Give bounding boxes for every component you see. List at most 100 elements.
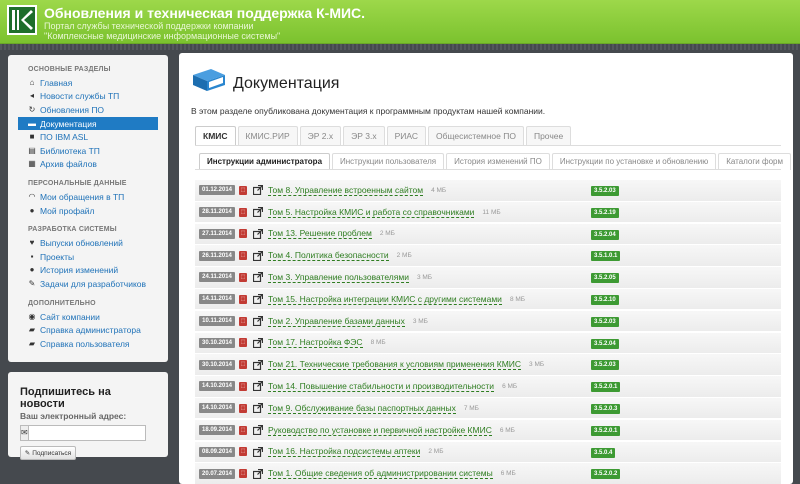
- sidebar-item-updates[interactable]: ↻ Обновления ПО: [8, 103, 168, 117]
- external-link-icon[interactable]: [253, 446, 263, 457]
- date-badge: 18.09.2014: [199, 425, 235, 436]
- external-link-icon[interactable]: [253, 337, 263, 348]
- external-link-icon[interactable]: [253, 250, 263, 261]
- pencil-icon: ✎: [24, 450, 31, 457]
- sidebar-item-user-help[interactable]: ▰ Справка пользователя: [8, 337, 168, 351]
- date-badge: 30.10.2014: [199, 337, 235, 348]
- table-row: 30.10.2014 ⬚ Том 17. Настройка ФЭС 8 МБ 3.5.…: [195, 331, 781, 354]
- document-link[interactable]: Том 21. Технические требования к условия…: [268, 359, 522, 371]
- version-badge: 3.5.2.0.2: [591, 469, 621, 480]
- email-field[interactable]: [27, 425, 146, 441]
- sidebar-item-ibm-asl[interactable]: ■ ПО IBM ASL: [8, 130, 168, 144]
- tab-user-instructions[interactable]: Инструкции пользователя: [332, 153, 445, 170]
- tab-er3[interactable]: ЭР 3.х: [343, 126, 385, 146]
- tab-kmis[interactable]: КМИС: [195, 126, 236, 146]
- pdf-icon[interactable]: ⬚: [239, 338, 247, 348]
- external-link-icon[interactable]: [253, 185, 263, 196]
- sidebar-item-news[interactable]: ◂ Новости службы ТП: [8, 90, 168, 104]
- bullhorn-icon: ◂: [29, 91, 34, 101]
- sidebar-item-my-profile[interactable]: ● Мой профайл: [8, 204, 168, 218]
- document-link[interactable]: Том 13. Решение проблем: [268, 228, 372, 240]
- sidebar-item-library[interactable]: ▤ Библиотека ТП: [8, 144, 168, 158]
- file-size: 7 МБ: [463, 404, 479, 412]
- document-link[interactable]: Том 5. Настройка КМИС и работа со справо…: [268, 207, 475, 218]
- document-link[interactable]: Том 15. Настройка интеграции КМИС с друг…: [268, 294, 502, 305]
- pdf-icon[interactable]: ⬚: [239, 403, 247, 413]
- pdf-icon[interactable]: ⬚: [239, 447, 247, 457]
- pdf-icon[interactable]: ⬚: [239, 294, 247, 304]
- table-row: 24.11.2014 ⬚ Том 3. Управление пользовател…: [195, 266, 781, 288]
- external-link-icon[interactable]: [253, 381, 263, 392]
- pdf-icon[interactable]: ⬚: [239, 207, 247, 217]
- archive-icon: ▦: [28, 159, 36, 169]
- sidebar-item-archive[interactable]: ▦ Архив файлов: [8, 158, 168, 172]
- sidebar-item-company-site[interactable]: ◉ Сайт компании: [8, 310, 168, 324]
- subscribe-button[interactable]: ✎ Подписаться: [20, 446, 76, 460]
- external-link-icon[interactable]: [253, 316, 263, 327]
- book-icon: [193, 69, 225, 91]
- subscribe-label: Ваш электронный адрес:: [20, 411, 127, 421]
- sidebar-item-my-tickets[interactable]: ◠ Мои обращения в ТП: [8, 190, 168, 204]
- external-link-icon[interactable]: [253, 207, 263, 218]
- tab-change-history[interactable]: История изменений ПО: [446, 153, 550, 170]
- sidebar-item-changelog[interactable]: ● История изменений: [8, 264, 168, 278]
- pdf-icon[interactable]: ⬚: [239, 251, 247, 261]
- sidebar-item-label: ПО IBM ASL: [40, 132, 89, 143]
- date-badge: 01.12.2014: [199, 185, 235, 196]
- external-link-icon[interactable]: [253, 425, 263, 436]
- pdf-icon[interactable]: ⬚: [239, 469, 247, 479]
- tab-install-instructions[interactable]: Инструкции по установке и обновлению: [551, 153, 717, 170]
- document-link[interactable]: Том 1. Общие сведения об администрирован…: [268, 468, 493, 480]
- external-link-icon[interactable]: [253, 359, 263, 370]
- pdf-icon[interactable]: ⬚: [239, 185, 247, 195]
- date-badge: 26.11.2014: [199, 250, 235, 261]
- tab-er2[interactable]: ЭР 2.х: [299, 126, 342, 146]
- sidebar-item-releases[interactable]: ♥ Выпуски обновлений: [8, 236, 168, 250]
- sidebar-item-documentation[interactable]: ▬ Документация: [18, 116, 158, 131]
- pdf-icon[interactable]: ⬚: [239, 425, 247, 435]
- document-link[interactable]: Том 2. Управление базами данных: [268, 316, 405, 327]
- tab-kmis-rir[interactable]: КМИС.РИР: [237, 126, 298, 146]
- sidebar-item-admin-help[interactable]: ▰ Справка администратора: [8, 323, 168, 337]
- document-link[interactable]: Том 4. Политика безопасности: [268, 250, 389, 262]
- document-link[interactable]: Том 16. Настройка подсистемы аптеки: [268, 446, 421, 458]
- external-link-icon[interactable]: [253, 403, 263, 414]
- external-link-icon[interactable]: [253, 228, 263, 239]
- sidebar-item-dev-tasks[interactable]: ✎ Задачи для разработчиков: [8, 277, 168, 291]
- table-row: 28.11.2014 ⬚ Том 5. Настройка КМИС и работ…: [195, 200, 781, 223]
- tab-form-catalogs[interactable]: Каталоги форм: [718, 153, 791, 170]
- document-link[interactable]: Том 14. Повышение стабильности и произво…: [268, 381, 495, 392]
- external-link-icon[interactable]: [253, 272, 263, 283]
- document-link[interactable]: Том 9. Обслуживание базы паспортных данн…: [268, 403, 456, 414]
- table-row: 08.09.2014 ⬚ Том 16. Настройка подсистемы …: [195, 440, 781, 463]
- tab-rias[interactable]: РИАС: [386, 126, 426, 146]
- library-icon: ▤: [28, 145, 36, 155]
- pdf-icon[interactable]: ⬚: [239, 272, 247, 282]
- sidebar-item-projects[interactable]: ▪ Проекты: [8, 250, 168, 264]
- pdf-icon[interactable]: ⬚: [239, 229, 247, 239]
- sidebar-item-label: Новости службы ТП: [40, 91, 120, 102]
- tab-admin-instructions[interactable]: Инструкции администратора: [199, 153, 330, 170]
- site-logo[interactable]: [7, 5, 37, 35]
- file-size: 8 МБ: [370, 339, 386, 347]
- tab-other[interactable]: Прочее: [525, 126, 572, 146]
- tab-system-software[interactable]: Общесистемное ПО: [428, 126, 524, 146]
- document-link[interactable]: Том 8. Управление встроенным сайтом: [268, 185, 424, 196]
- pdf-icon[interactable]: ⬚: [239, 316, 247, 326]
- pdf-icon[interactable]: ⬚: [239, 381, 247, 391]
- document-link[interactable]: Том 3. Управление пользователями: [268, 272, 409, 283]
- file-size: 6 МБ: [499, 426, 515, 434]
- version-badge: 3.5.2.0.1: [591, 425, 621, 436]
- version-badge: 3.5.1.0.1: [591, 251, 621, 262]
- site-title: Обновления и техническая поддержка К-МИС…: [44, 5, 366, 21]
- table-row: 30.10.2014 ⬚ Том 21. Технические требовани…: [195, 353, 781, 375]
- version-badge: 3.5.2.10: [591, 294, 619, 305]
- sidebar-item-home[interactable]: ⌂ Главная: [8, 76, 168, 90]
- external-link-icon[interactable]: [253, 468, 263, 479]
- table-row: 14.11.2014 ⬚ Том 15. Настройка интеграции …: [195, 287, 781, 310]
- pdf-icon[interactable]: ⬚: [239, 360, 247, 370]
- document-link[interactable]: Том 17. Настройка ФЭС: [268, 337, 363, 349]
- subscribe-button-label: Подписаться: [32, 449, 72, 457]
- external-link-icon[interactable]: [253, 294, 263, 305]
- document-link[interactable]: Руководство по установке и первичной нас…: [268, 425, 492, 436]
